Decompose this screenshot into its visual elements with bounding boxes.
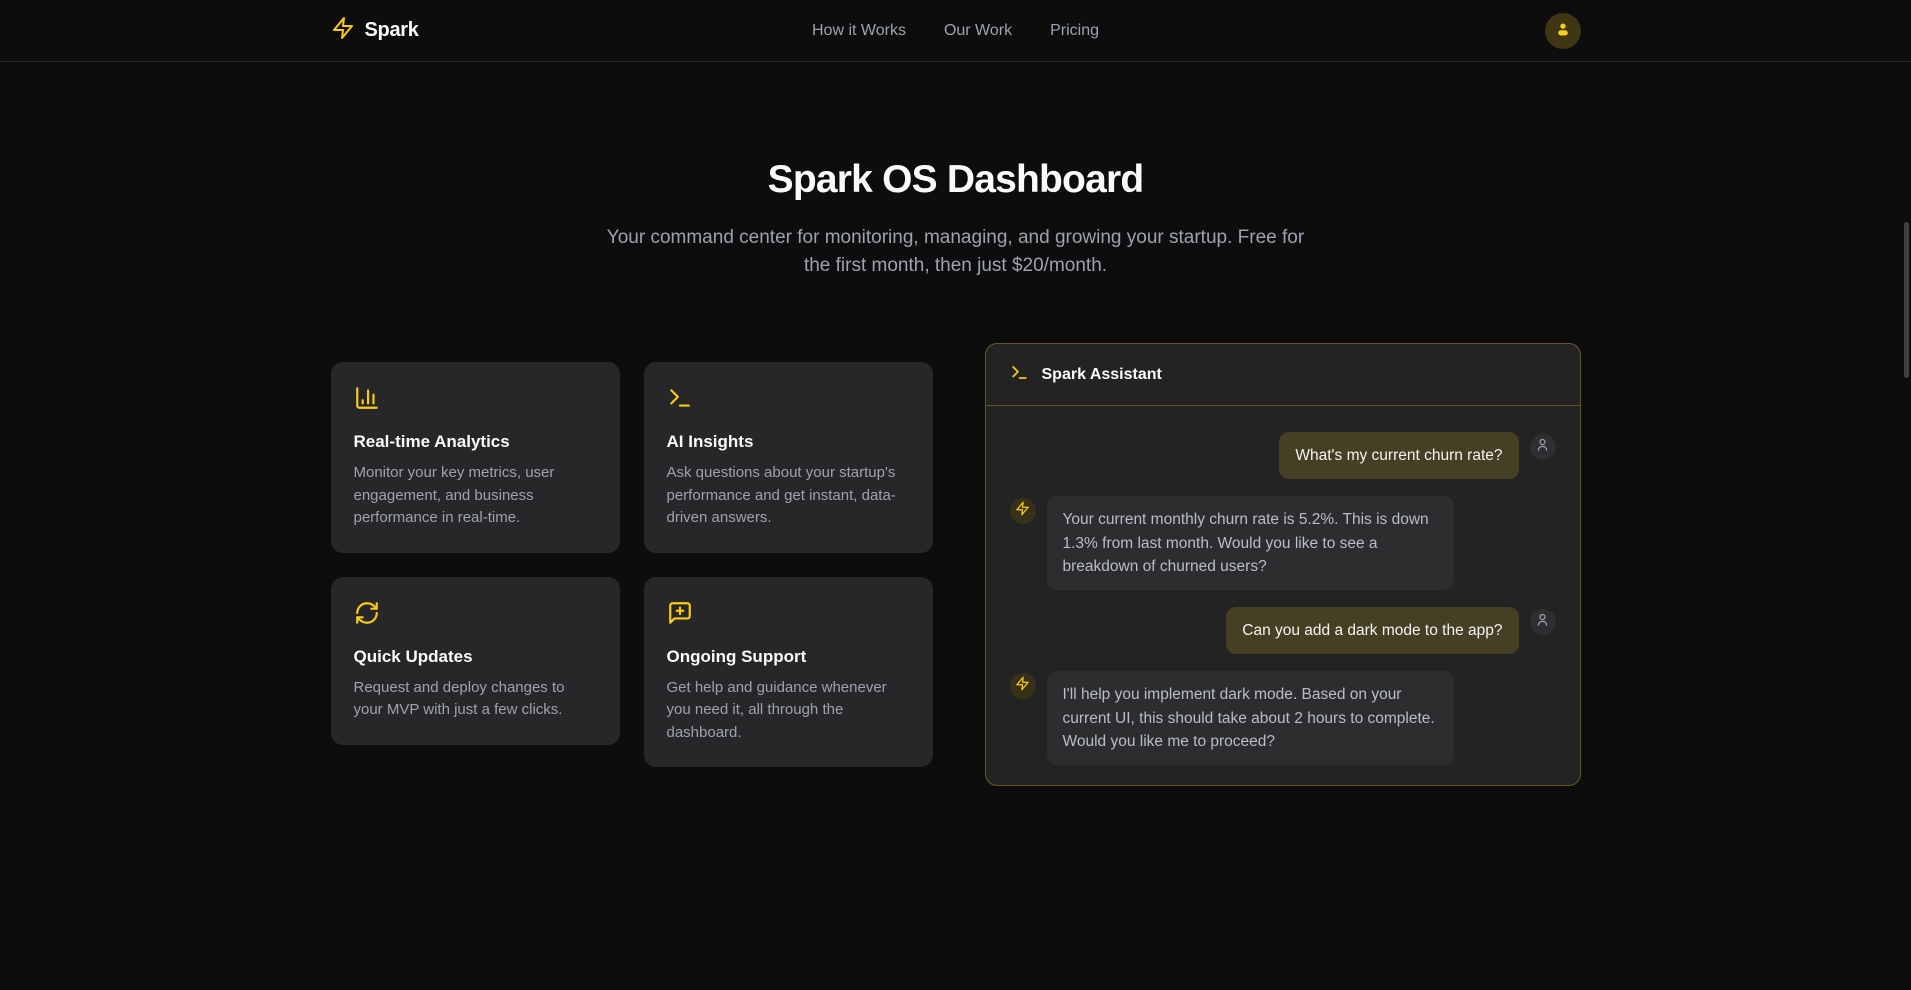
- assistant-message-list: What's my current churn rate? Your curre…: [986, 406, 1580, 785]
- chat-message-user: Can you add a dark mode to the app?: [1010, 607, 1556, 654]
- user-message-bubble: What's my current churn rate?: [1279, 432, 1518, 479]
- nav-links: How it Works Our Work Pricing: [812, 22, 1099, 40]
- scrollbar-thumb[interactable]: [1904, 222, 1909, 378]
- feature-card-ongoing-support: Ongoing Support Get help and guidance wh…: [644, 577, 933, 768]
- page-title: Spark OS Dashboard: [0, 158, 1911, 202]
- navbar: Spark How it Works Our Work Pricing: [0, 0, 1911, 62]
- assistant-panel-header: Spark Assistant: [986, 344, 1580, 406]
- nav-link-pricing[interactable]: Pricing: [1050, 22, 1099, 40]
- user-message-bubble: Can you add a dark mode to the app?: [1226, 607, 1518, 654]
- feature-card-realtime-analytics: Real-time Analytics Monitor your key met…: [331, 362, 620, 553]
- nav-link-our-work[interactable]: Our Work: [944, 22, 1012, 40]
- user-icon: [1535, 437, 1550, 457]
- feature-title: Ongoing Support: [667, 647, 910, 667]
- feature-description: Ask questions about your startup's perfo…: [667, 462, 910, 530]
- account-avatar-button[interactable]: [1545, 13, 1581, 49]
- assistant-avatar: [1010, 498, 1036, 524]
- feature-description: Get help and guidance whenever you need …: [667, 677, 910, 745]
- assistant-message-bubble: I'll help you implement dark mode. Based…: [1047, 671, 1454, 765]
- brand[interactable]: Spark: [331, 16, 813, 45]
- zap-icon: [1015, 501, 1030, 521]
- feature-card-ai-insights: AI Insights Ask questions about your sta…: [644, 362, 933, 553]
- chat-message-user: What's my current churn rate?: [1010, 432, 1556, 479]
- feature-title: AI Insights: [667, 432, 910, 452]
- hero-subtitle: Your command center for monitoring, mana…: [606, 224, 1306, 279]
- navbar-inner: Spark How it Works Our Work Pricing: [331, 0, 1581, 61]
- feature-description: Request and deploy changes to your MVP w…: [354, 677, 597, 722]
- main-content: Real-time Analytics Monitor your key met…: [331, 343, 1581, 786]
- brand-name: Spark: [365, 19, 419, 42]
- user-icon: [1554, 20, 1572, 41]
- user-icon: [1535, 612, 1550, 632]
- terminal-icon: [667, 385, 910, 411]
- chart-column-icon: [354, 385, 597, 411]
- assistant-avatar: [1010, 673, 1036, 699]
- assistant-panel-title: Spark Assistant: [1042, 366, 1162, 384]
- chat-message-assistant: I'll help you implement dark mode. Based…: [1010, 671, 1556, 765]
- zap-icon: [331, 16, 355, 45]
- user-avatar: [1530, 434, 1556, 460]
- assistant-message-bubble: Your current monthly churn rate is 5.2%.…: [1047, 496, 1454, 590]
- feature-card-quick-updates: Quick Updates Request and deploy changes…: [331, 577, 620, 745]
- spark-assistant-panel: Spark Assistant What's my current churn …: [985, 343, 1581, 786]
- feature-description: Monitor your key metrics, user engagemen…: [354, 462, 597, 530]
- nav-link-how-it-works[interactable]: How it Works: [812, 22, 906, 40]
- terminal-icon: [1010, 363, 1029, 387]
- feature-title: Real-time Analytics: [354, 432, 597, 452]
- nav-right: [1099, 13, 1581, 49]
- feature-title: Quick Updates: [354, 647, 597, 667]
- hero-section: Spark OS Dashboard Your command center f…: [0, 62, 1911, 279]
- refresh-icon: [354, 600, 597, 626]
- chat-message-assistant: Your current monthly churn rate is 5.2%.…: [1010, 496, 1556, 590]
- zap-icon: [1015, 676, 1030, 696]
- feature-grid: Real-time Analytics Monitor your key met…: [331, 362, 933, 767]
- user-avatar: [1530, 609, 1556, 635]
- message-square-plus-icon: [667, 600, 910, 626]
